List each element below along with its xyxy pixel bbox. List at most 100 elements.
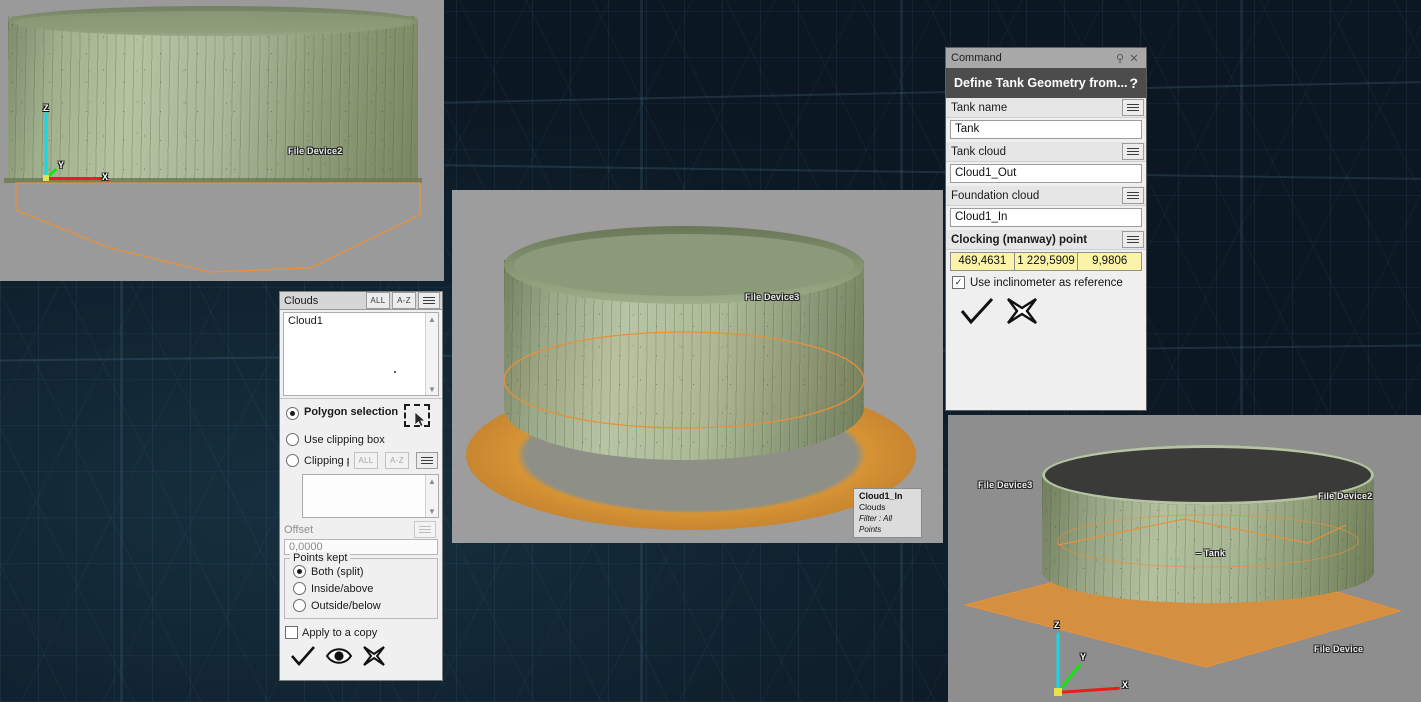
mode-use-clipping-box[interactable]: Use clipping box [280,430,442,449]
device-label-file-device3: File Device3 [745,292,800,302]
device-label-file-device2: File Device2 [1318,491,1373,501]
inclinometer-checkbox[interactable]: ✓ [952,276,965,289]
pin-icon[interactable]: ⚲ [1113,52,1127,65]
points-kept-both[interactable]: Both (split) [287,563,435,580]
clocking-point-coordinates[interactable]: 469,4631 1 229,5909 9,9806 [950,252,1143,271]
radio-polygon-selection[interactable] [286,407,299,420]
points-kept-outside-label: Outside/below [311,599,381,612]
radio-inside-above[interactable] [293,582,306,595]
cloud-tooltip: Cloud1_In Clouds Filter : All Points [853,488,922,538]
command-panel-titlebar: Command ⚲ ✕ [946,48,1146,68]
inclinometer-label: Use inclinometer as reference [970,276,1123,289]
viewport-tank-elevation[interactable]: Z Y X File Device2 [0,0,444,281]
clipping-all-button[interactable]: ALL [354,452,378,469]
offset-row: Offset [284,521,438,538]
command-panel[interactable]: Command ⚲ ✕ Define Tank Geometry from...… [945,47,1147,411]
tank-name-input[interactable]: Tank [950,120,1142,139]
clipping-sort-button[interactable]: A-Z [385,452,409,469]
help-icon[interactable]: ? [1129,75,1138,91]
tooltip-title: Cloud1_In [859,491,903,501]
apply-to-copy-label: Apply to a copy [302,626,378,639]
apply-to-copy-checkbox[interactable] [285,626,298,639]
tank-cloud-input[interactable]: Cloud1_Out [950,164,1142,183]
inclinometer-row[interactable]: ✓ Use inclinometer as reference [952,276,1140,289]
foundation-cloud-menu-icon[interactable] [1122,187,1144,204]
marquee-icon[interactable] [404,404,430,427]
tank-object-label: – Tank [1196,548,1226,558]
divider [280,398,442,399]
points-kept-outside[interactable]: Outside/below [287,597,435,614]
points-kept-inside-label: Inside/above [311,582,374,595]
clocking-point-menu-icon[interactable] [1122,231,1144,248]
radio-clipping-plane[interactable] [286,454,299,467]
cloud-list-scrollbar[interactable]: ▲ ▼ [425,313,438,395]
clipping-list-scrollbar[interactable]: ▲ ▼ [425,475,438,517]
scroll-up-icon[interactable]: ▲ [426,313,438,325]
field-label-tank-cloud: Tank cloud [951,145,1006,158]
command-subtitle: Define Tank Geometry from... [954,76,1128,90]
device-label-file-device2: File Device2 [288,146,343,156]
clocking-x-input[interactable]: 469,4631 [950,252,1015,271]
field-label-clocking-point: Clocking (manway) point [951,233,1088,246]
offset-menu-icon[interactable] [414,521,436,538]
scroll-up-icon[interactable]: ▲ [426,475,438,487]
foundation-cloud-input[interactable]: Cloud1_In [950,208,1142,227]
field-header-tank-cloud: Tank cloud [946,142,1146,162]
points-kept-both-label: Both (split) [311,565,364,578]
axis-y-label: Y [58,160,65,170]
offset-label: Offset [284,523,314,536]
validate-icon[interactable] [960,297,994,325]
device-label-file-device: File Device [1314,644,1364,654]
axis-x [46,177,104,180]
points-kept-legend: Points kept [290,552,351,564]
axis-z-label: Z [1054,620,1060,630]
tank-geometry-outline [1057,514,1359,568]
cloud-list[interactable]: Cloud1 ▲ ▼ [283,312,439,396]
clocking-y-input[interactable]: 1 229,5909 [1013,252,1079,271]
clouds-menu-icon[interactable] [418,292,440,309]
clouds-action-bar [280,639,442,667]
tank-cloud-menu-icon[interactable] [1122,143,1144,160]
scroll-down-icon[interactable]: ▼ [426,505,438,517]
clouds-all-button[interactable]: ALL [366,292,390,309]
cloud-point-marker [394,371,396,373]
command-subtitle-bar: Define Tank Geometry from... ? [946,68,1146,98]
tank-name-menu-icon[interactable] [1122,99,1144,116]
command-panel-title: Command [951,52,1002,64]
field-label-tank-name: Tank name [951,101,1008,114]
axis-origin [1054,688,1062,696]
mode-clipping-plane[interactable]: Clipping plane ALL A-Z [280,449,442,472]
close-icon[interactable]: ✕ [1127,52,1141,65]
clocking-z-input[interactable]: 9,9806 [1077,252,1143,271]
mode-polygon-selection[interactable]: Polygon selection [280,401,442,430]
clouds-panel-header: Clouds ALL A-Z [280,292,442,310]
axis-x-label: X [102,172,109,182]
points-kept-group: Points kept Both (split) Inside/above Ou… [284,552,438,619]
clipping-menu-icon[interactable] [416,452,438,469]
cancel-icon[interactable] [1006,297,1038,325]
radio-outside-below[interactable] [293,599,306,612]
mode-clipping-plane-label: Clipping plane [304,454,349,467]
mode-polygon-selection-label: Polygon selection [304,406,399,418]
clipping-plane-list[interactable]: ▲ ▼ [302,474,439,518]
field-header-foundation-cloud: Foundation cloud [946,186,1146,206]
clouds-panel[interactable]: Clouds ALL A-Z Cloud1 ▲ ▼ Polygon select… [279,291,443,681]
polygon-selection-overlay [15,182,421,273]
radio-both-split[interactable] [293,565,306,578]
axis-z [44,112,48,179]
validate-icon[interactable] [290,645,316,667]
scroll-down-icon[interactable]: ▼ [426,383,438,395]
viewport-tank-perspective[interactable]: File Device3 Cloud1_In Clouds Filter : A… [452,190,943,543]
viewport-tank-result[interactable]: Z Y X File Device3 File Device2 – Tank F… [948,415,1421,702]
cancel-icon[interactable] [362,645,386,667]
mode-use-clipping-box-label: Use clipping box [304,433,385,446]
command-action-bar [946,289,1146,325]
field-label-foundation-cloud: Foundation cloud [951,189,1040,202]
points-kept-inside[interactable]: Inside/above [287,580,435,597]
clouds-sort-button[interactable]: A-Z [392,292,416,309]
tooltip-group: Clouds [859,502,886,513]
radio-use-clipping-box[interactable] [286,433,299,446]
preview-eye-icon[interactable] [326,646,352,666]
list-item[interactable]: Cloud1 [284,313,438,329]
apply-to-copy-row[interactable]: Apply to a copy [280,621,442,639]
